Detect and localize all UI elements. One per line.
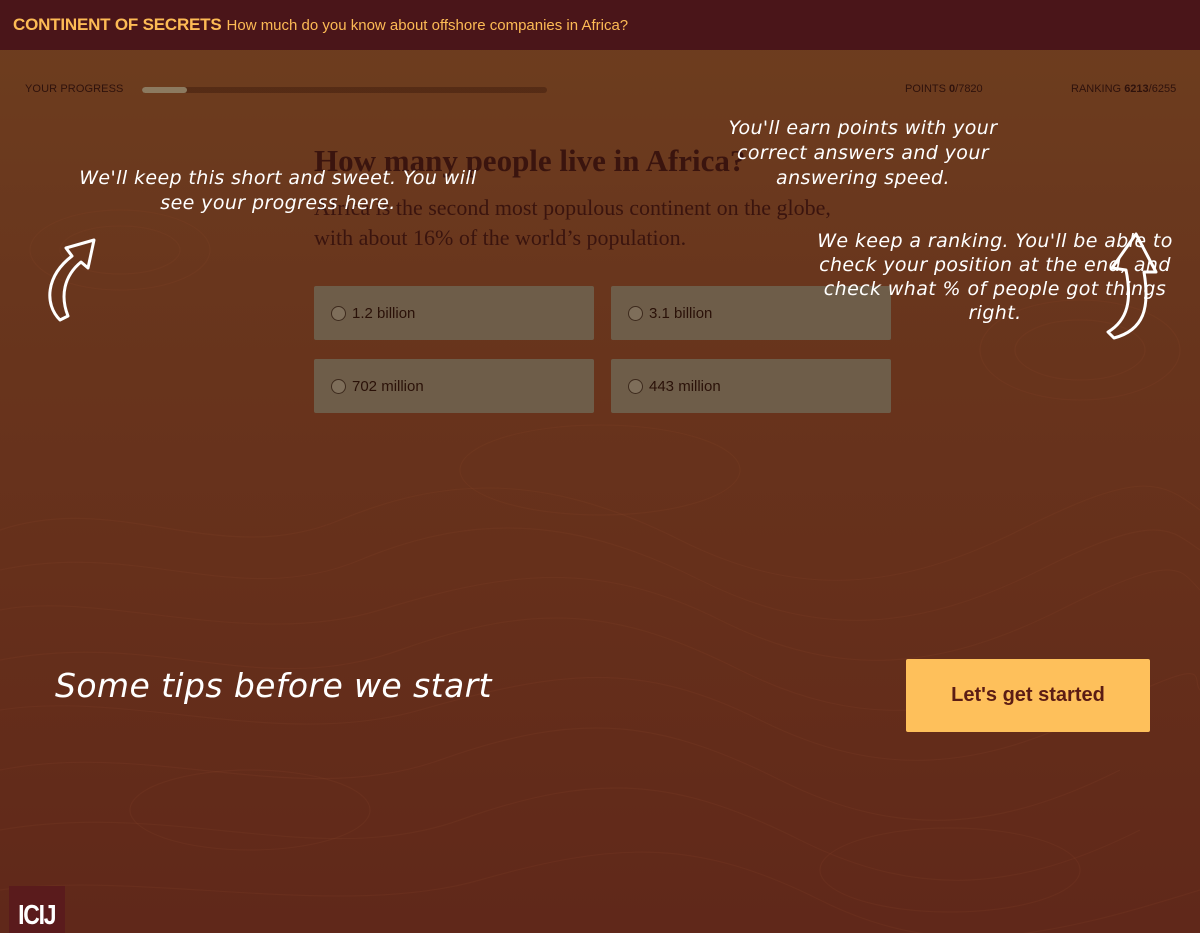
tip-progress: We'll keep this short and sweet. You wil… [79, 167, 477, 214]
points-total: /7820 [955, 83, 983, 95]
start-button[interactable]: Let's get started [906, 659, 1150, 732]
progress-label: YOUR PROGRESS [25, 83, 124, 95]
progress-fill [142, 87, 187, 93]
ranking-value: 6213 [1124, 83, 1149, 95]
icij-logo[interactable]: ICIJ [9, 886, 65, 933]
site-title[interactable]: CONTINENT OF SECRETS [13, 15, 222, 35]
tips-intro: Some tips before we start [55, 666, 492, 705]
answer-option-4[interactable]: 443 million [611, 359, 891, 413]
site-subtitle: How much do you know about offshore comp… [226, 17, 629, 34]
answer-option-1[interactable]: 1.2 billion [314, 286, 594, 340]
ranking-label: RANKING [1071, 83, 1125, 95]
site-header: CONTINENT OF SECRETS How much do you kno… [0, 0, 1200, 50]
answer-label: 3.1 billion [649, 304, 713, 322]
curved-arrow-up-right-icon [48, 238, 96, 322]
progress-track [142, 87, 547, 93]
ranking-total: /6255 [1148, 83, 1177, 95]
tip-points: You'll earn points with your correct ans… [728, 117, 998, 189]
points-counter: POINTS 0/7820 [905, 83, 983, 95]
radio-button[interactable] [628, 305, 643, 321]
progress-bar-row: YOUR PROGRESS POINTS 0/7820 RANKING 6213… [0, 79, 1200, 99]
answer-label: 443 million [649, 377, 721, 395]
logo-text: ICIJ [18, 899, 56, 930]
tip-ranking: We keep a ranking. You'll be able to che… [817, 230, 1173, 324]
points-label: POINTS [905, 83, 950, 95]
ranking-counter: RANKING 6213/6255 [1071, 83, 1176, 95]
answer-option-3[interactable]: 702 million [314, 359, 594, 413]
radio-button[interactable] [331, 378, 346, 394]
answer-label: 702 million [352, 377, 424, 395]
radio-button[interactable] [628, 378, 643, 394]
radio-button[interactable] [331, 305, 346, 321]
answer-label: 1.2 billion [352, 304, 416, 322]
